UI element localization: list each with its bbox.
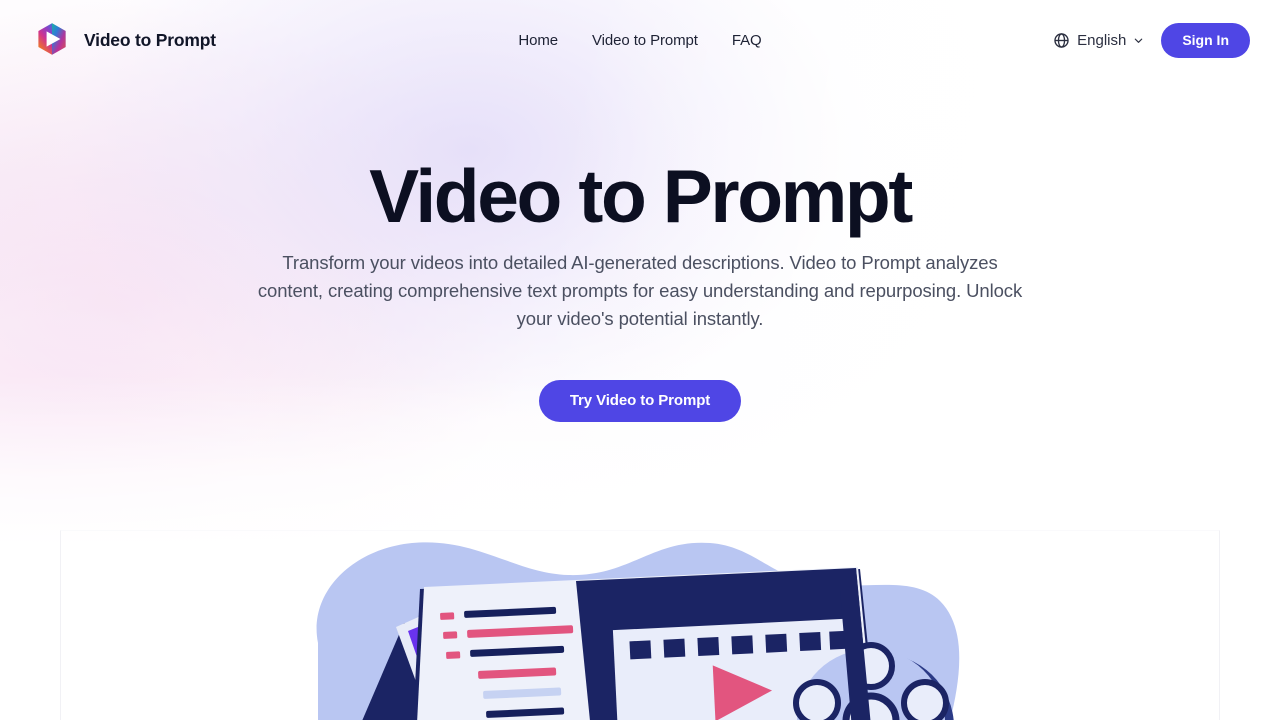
sign-in-button[interactable]: Sign In bbox=[1161, 22, 1250, 58]
nav-link-home[interactable]: Home bbox=[518, 32, 558, 49]
header-actions: English Sign In bbox=[1053, 22, 1250, 58]
page-title: Video to Prompt bbox=[369, 154, 913, 238]
page-root: Video to Prompt Home Video to Prompt FAQ… bbox=[0, 0, 1280, 720]
globe-icon bbox=[1054, 32, 1069, 48]
site-header: Video to Prompt Home Video to Prompt FAQ… bbox=[0, 0, 1280, 80]
nav-link-video-to-prompt[interactable]: Video to Prompt bbox=[592, 32, 698, 49]
language-selector[interactable]: English bbox=[1053, 32, 1144, 49]
video-to-prompt-hero-illustration bbox=[316, 542, 960, 720]
illustration-container bbox=[60, 530, 1220, 720]
hero-cta-container: Try Video to Prompt bbox=[0, 380, 1280, 422]
try-video-to-prompt-button[interactable]: Try Video to Prompt bbox=[538, 380, 742, 422]
nav-link-faq[interactable]: FAQ bbox=[732, 32, 762, 49]
language-label: English bbox=[1077, 31, 1127, 49]
chevron-down-icon bbox=[1135, 38, 1143, 43]
hero-subtitle: Transform your videos into detailed AI-g… bbox=[257, 252, 1023, 329]
